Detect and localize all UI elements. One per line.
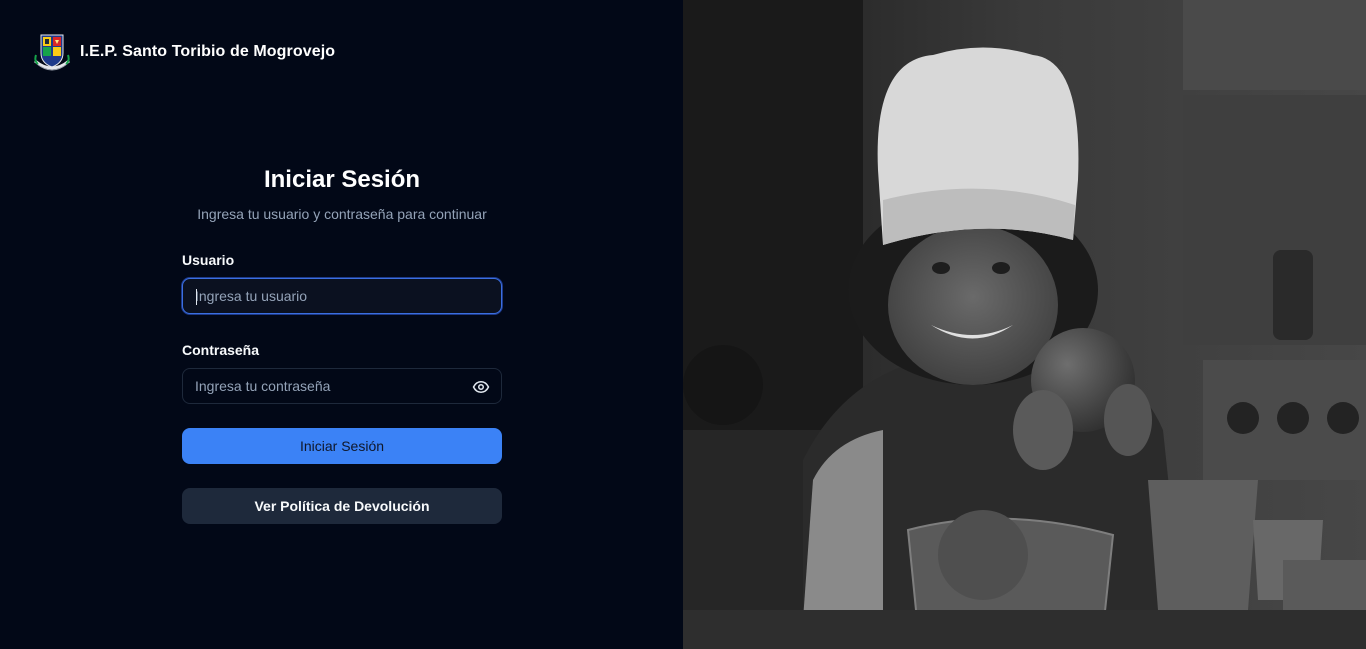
- password-field: [182, 368, 502, 404]
- return-policy-button[interactable]: Ver Política de Devolución: [182, 488, 502, 524]
- username-field: [182, 278, 502, 314]
- login-title: Iniciar Sesión: [263, 166, 421, 193]
- eye-icon: [472, 381, 490, 393]
- login-form: Iniciar Sesión Ingresa tu usuario y cont…: [182, 164, 502, 524]
- username-label: Usuario: [182, 252, 235, 268]
- password-input[interactable]: [183, 369, 501, 403]
- login-page: I.E.P. Santo Toribio de Mogrovejo Inicia…: [0, 0, 1366, 649]
- text-caret: [196, 289, 197, 305]
- password-label: Contraseña: [182, 342, 260, 358]
- username-input[interactable]: [183, 279, 501, 313]
- hero-image-panel: [683, 0, 1366, 649]
- hero-photo-child-chef: [683, 0, 1366, 649]
- login-button[interactable]: Iniciar Sesión: [182, 428, 502, 464]
- school-crest-icon: [34, 34, 70, 71]
- login-panel: I.E.P. Santo Toribio de Mogrovejo Inicia…: [0, 0, 683, 649]
- toggle-password-button[interactable]: [471, 377, 491, 397]
- brand-header: I.E.P. Santo Toribio de Mogrovejo: [33, 31, 335, 73]
- school-name: I.E.P. Santo Toribio de Mogrovejo: [80, 43, 336, 60]
- login-subtitle: Ingresa tu usuario y contraseña para con…: [197, 206, 487, 222]
